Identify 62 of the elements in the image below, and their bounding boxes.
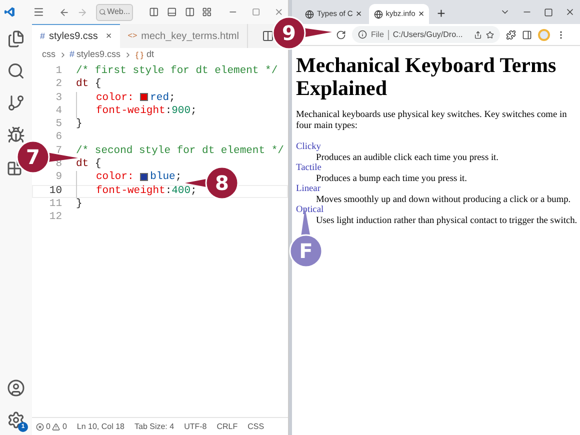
new-tab-button[interactable]: + [431,4,452,24]
close-icon[interactable] [565,7,576,17]
page-heading: Mechanical Keyboard Terms Explained [296,54,558,100]
code-line: 5 } [54,118,84,132]
account-icon[interactable] [7,379,25,397]
code-line: 4 font-weight:900; [54,104,198,118]
address-bar[interactable]: File C:/Users/Guy/Dro... [352,26,500,43]
breadcrumb-item[interactable]: # styles9.css [70,48,121,62]
term: Clicky [296,142,321,152]
breadcrumb-item[interactable]: css [42,48,56,62]
bookmark-icon [486,30,494,38]
menu-icon[interactable] [33,5,45,19]
breadcrumb-item[interactable]: dt [146,48,154,62]
run-debug-icon[interactable] [7,126,25,144]
layout-icon[interactable] [202,6,212,18]
definition: Produces an audible click each time you press it. [316,152,500,163]
split-editor-icon[interactable] [262,30,274,42]
status-item[interactable]: CRLF [216,420,238,432]
definition: Uses light induction rather than physical contact to trigger the switch. [316,216,578,226]
explorer-icon[interactable] [7,30,25,48]
status-item[interactable]: UTF-8 [184,420,207,432]
close-icon[interactable] [274,6,284,18]
search-icon [99,8,106,16]
search-field[interactable]: Web... [96,4,134,20]
reload-icon[interactable] [336,30,346,40]
editor-tab[interactable]: <> mech_key_terms.html [120,24,248,48]
definition: Moves smoothly up and down without producing a click or a bump. [316,194,572,205]
code-line: 7 /* second style for dt element */ [54,144,285,158]
error-icon [36,422,44,430]
code-line: 3 color: red; [54,92,176,105]
code-line: 2 dt { [54,78,102,92]
selector-icon [134,50,144,60]
term: Linear [296,184,320,194]
maximize-icon[interactable] [544,8,554,16]
error-count[interactable]: 0 [46,420,50,432]
info-icon [358,30,367,39]
share-icon [474,30,482,38]
globe-icon [374,10,383,18]
settings-icon[interactable] [7,411,25,429]
code-line: 6 [54,131,63,145]
code-line: 11 } [48,198,84,212]
extensions-icon[interactable] [506,30,516,40]
code-line: 12 [48,211,63,225]
panel-bottom-icon[interactable] [166,6,177,18]
split-icon[interactable] [184,6,194,18]
status-item[interactable]: CSS [248,420,264,432]
search-icon[interactable] [7,62,25,80]
warning-icon [52,422,60,430]
status-item[interactable]: Tab Size: 4 [134,420,174,432]
term: Tactile [296,163,322,174]
globe-icon [305,10,314,18]
code-line: 1 /* first style for dt element */ [54,65,279,78]
status-item[interactable]: Ln 10, Col 18 [76,420,124,432]
editor-logo-icon [4,5,16,19]
panel-icon[interactable] [149,6,159,18]
editor-tab[interactable]: # styles9.css × [32,24,120,48]
side-panel-icon[interactable] [522,30,532,40]
term: Optical [296,205,324,216]
intro-paragraph: Mechanical keyboards use physical key switches. Key switches come in four main types: [296,110,568,132]
definition: Produces a bump each time you press it. [316,174,468,184]
warning-count[interactable]: 0 [62,420,67,432]
source-control-icon[interactable] [7,94,25,112]
